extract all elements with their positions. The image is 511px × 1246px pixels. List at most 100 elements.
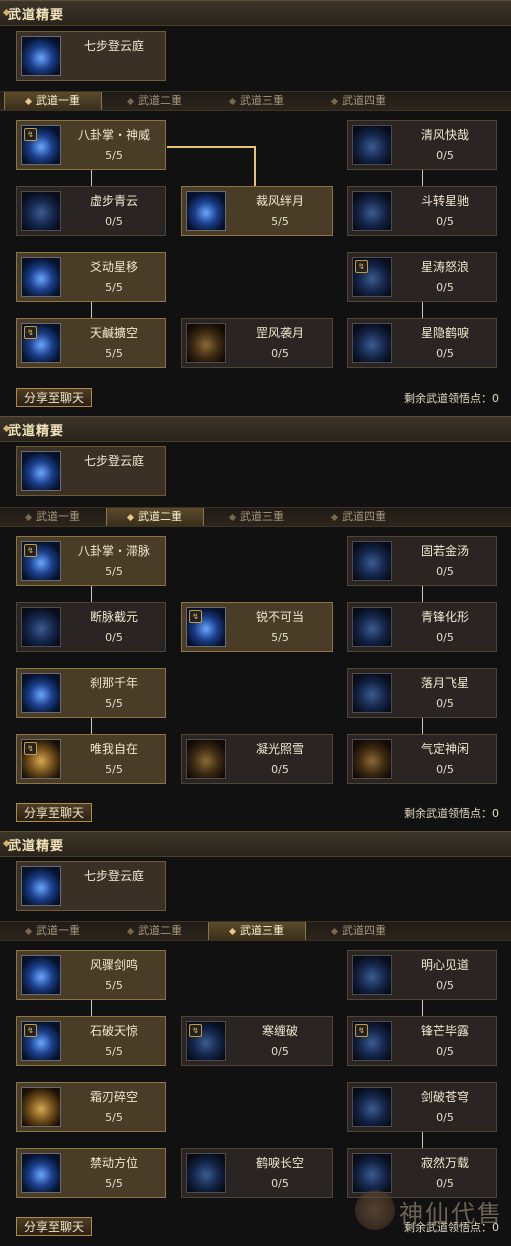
skill-card[interactable]: ↯ 寒缠破 0/5 bbox=[181, 1016, 333, 1066]
palm-skill-icon: ↯ bbox=[21, 541, 61, 581]
skill-card[interactable]: ↯ 天鹹擴空 5/5 bbox=[16, 318, 166, 368]
tier-tabs: 武道一重 武道二重 武道三重 武道四重 bbox=[0, 921, 511, 941]
skill-card[interactable]: 凝光照雪 0/5 bbox=[181, 734, 333, 784]
section-title: 武道精要 bbox=[8, 839, 65, 854]
rank-badge-icon: ↯ bbox=[24, 544, 37, 557]
link-line bbox=[91, 1000, 92, 1016]
skill-card[interactable]: 鹤唳长空 0/5 bbox=[181, 1148, 333, 1198]
wind-skill-icon bbox=[352, 125, 392, 165]
tab-tier-4[interactable]: 武道四重 bbox=[310, 508, 408, 526]
essence-skill-icon bbox=[21, 866, 61, 906]
skill-level: 0/5 bbox=[436, 215, 454, 228]
skill-card[interactable]: 霜刃碎空 5/5 bbox=[16, 1082, 166, 1132]
skill-card[interactable]: 风骤剑鸣 5/5 bbox=[16, 950, 166, 1000]
skill-card[interactable]: 裁风绊月 5/5 bbox=[181, 186, 333, 236]
tab-tier-4[interactable]: 武道四重 bbox=[310, 92, 408, 110]
skill-name: 罡风袭月 bbox=[255, 326, 304, 340]
skill-name: 虚步青云 bbox=[89, 194, 138, 208]
tab-label: 武道四重 bbox=[342, 510, 386, 523]
share-to-chat-button[interactable]: 分享至聊天 bbox=[16, 1217, 92, 1236]
star-burst-icon bbox=[352, 191, 392, 231]
crane-cry-icon bbox=[186, 1153, 226, 1193]
wave-icon: ↯ bbox=[352, 257, 392, 297]
tab-tier-2[interactable]: 武道二重 bbox=[106, 92, 204, 110]
tab-tier-2[interactable]: 武道二重 bbox=[106, 508, 204, 526]
tab-label: 武道二重 bbox=[138, 94, 182, 107]
tab-tier-3[interactable]: 武道三重 bbox=[208, 508, 306, 526]
palm-skill-icon: ↯ bbox=[21, 125, 61, 165]
tab-tier-3[interactable]: 武道三重 bbox=[208, 92, 306, 110]
essence-card[interactable]: 七步登云庭 bbox=[16, 446, 166, 496]
tab-tier-2[interactable]: 武道二重 bbox=[106, 922, 204, 940]
skill-card[interactable]: ↯ 锋芒毕露 0/5 bbox=[347, 1016, 497, 1066]
essence-skill-icon bbox=[21, 36, 61, 76]
skill-name: 七步登云庭 bbox=[83, 454, 144, 468]
skill-card[interactable]: 禁动方位 5/5 bbox=[16, 1148, 166, 1198]
skill-card[interactable]: ↯ 石破天惊 5/5 bbox=[16, 1016, 166, 1066]
section-header: 武道精要 bbox=[0, 831, 511, 857]
skill-card[interactable]: 刹那千年 5/5 bbox=[16, 668, 166, 718]
skill-card[interactable]: 断脉截元 0/5 bbox=[16, 602, 166, 652]
moon-slash-icon bbox=[186, 191, 226, 231]
vein-cut-icon bbox=[21, 607, 61, 647]
skill-card[interactable]: ↯ 星涛怒浪 0/5 bbox=[347, 252, 497, 302]
star-burst-icon bbox=[352, 607, 392, 647]
skill-card[interactable]: 虚步青云 0/5 bbox=[16, 186, 166, 236]
diamond-icon bbox=[228, 97, 237, 105]
martial-panel-1: 武道精要 七步登云庭 武道一重 武道二重 武道三重 武道四重 ↯ 八卦掌・神威 5/… bbox=[0, 0, 511, 415]
skill-card[interactable]: 星隐鹤唳 0/5 bbox=[347, 318, 497, 368]
tab-tier-4[interactable]: 武道四重 bbox=[310, 922, 408, 940]
skill-card[interactable]: 固若金汤 0/5 bbox=[347, 536, 497, 586]
skill-card[interactable]: ↯ 锐不可当 5/5 bbox=[181, 602, 333, 652]
skill-level: 0/5 bbox=[105, 631, 123, 644]
skill-card[interactable]: 剑破苍穹 0/5 bbox=[347, 1082, 497, 1132]
skill-card[interactable]: 清风快哉 0/5 bbox=[347, 120, 497, 170]
star-burst-icon: ↯ bbox=[352, 1021, 392, 1061]
skill-level: 5/5 bbox=[105, 1177, 123, 1190]
skill-level: 0/5 bbox=[436, 281, 454, 294]
tab-label: 武道三重 bbox=[240, 510, 284, 523]
skill-name: 青锋化形 bbox=[420, 610, 469, 624]
tab-tier-1[interactable]: 武道一重 bbox=[4, 922, 102, 940]
tab-tier-1[interactable]: 武道一重 bbox=[4, 92, 102, 110]
skill-card[interactable]: 罡风袭月 0/5 bbox=[181, 318, 333, 368]
link-line bbox=[422, 1132, 423, 1148]
essence-skill-icon bbox=[21, 451, 61, 491]
skill-name: 清风快哉 bbox=[420, 128, 469, 142]
skill-name: 锋芒毕露 bbox=[420, 1024, 469, 1038]
link-line bbox=[91, 586, 92, 602]
link-line bbox=[91, 718, 92, 734]
essence-card[interactable]: 七步登云庭 bbox=[16, 31, 166, 81]
diamond-icon bbox=[228, 927, 237, 935]
tab-label: 武道三重 bbox=[240, 924, 284, 937]
skill-name: 凝光照雪 bbox=[255, 742, 304, 756]
skill-card[interactable]: ↯ 八卦掌・滞脉 5/5 bbox=[16, 536, 166, 586]
link-line bbox=[91, 302, 92, 318]
tab-tier-1[interactable]: 武道一重 bbox=[4, 508, 102, 526]
cloud-step-icon bbox=[21, 191, 61, 231]
skill-name: 鹤唳长空 bbox=[255, 1156, 304, 1170]
skill-card[interactable]: ↯ 八卦掌・神威 5/5 bbox=[16, 120, 166, 170]
tab-label: 武道一重 bbox=[36, 924, 80, 937]
skill-name: 剑破苍穹 bbox=[420, 1090, 469, 1104]
skill-level: 5/5 bbox=[105, 347, 123, 360]
essence-card[interactable]: 七步登云庭 bbox=[16, 861, 166, 911]
skill-level: 5/5 bbox=[105, 565, 123, 578]
skill-card[interactable]: 气定神闲 0/5 bbox=[347, 734, 497, 784]
stone-sword-icon: ↯ bbox=[21, 1021, 61, 1061]
skill-name: 八卦掌・滞脉 bbox=[77, 544, 150, 558]
skill-card[interactable]: 落月飞星 0/5 bbox=[347, 668, 497, 718]
skill-card[interactable]: 斗转星驰 0/5 bbox=[347, 186, 497, 236]
skill-level: 5/5 bbox=[105, 979, 123, 992]
tab-tier-3[interactable]: 武道三重 bbox=[208, 922, 306, 940]
skill-card[interactable]: 明心见道 0/5 bbox=[347, 950, 497, 1000]
skill-card[interactable]: ↯ 唯我自在 5/5 bbox=[16, 734, 166, 784]
share-to-chat-button[interactable]: 分享至聊天 bbox=[16, 803, 92, 822]
skill-card[interactable]: 爻动星移 5/5 bbox=[16, 252, 166, 302]
tab-label: 武道四重 bbox=[342, 924, 386, 937]
link-line bbox=[422, 586, 423, 602]
skill-card[interactable]: 青锋化形 0/5 bbox=[347, 602, 497, 652]
share-to-chat-button[interactable]: 分享至聊天 bbox=[16, 388, 92, 407]
skill-name: 爻动星移 bbox=[89, 260, 138, 274]
skill-level: 0/5 bbox=[436, 697, 454, 710]
